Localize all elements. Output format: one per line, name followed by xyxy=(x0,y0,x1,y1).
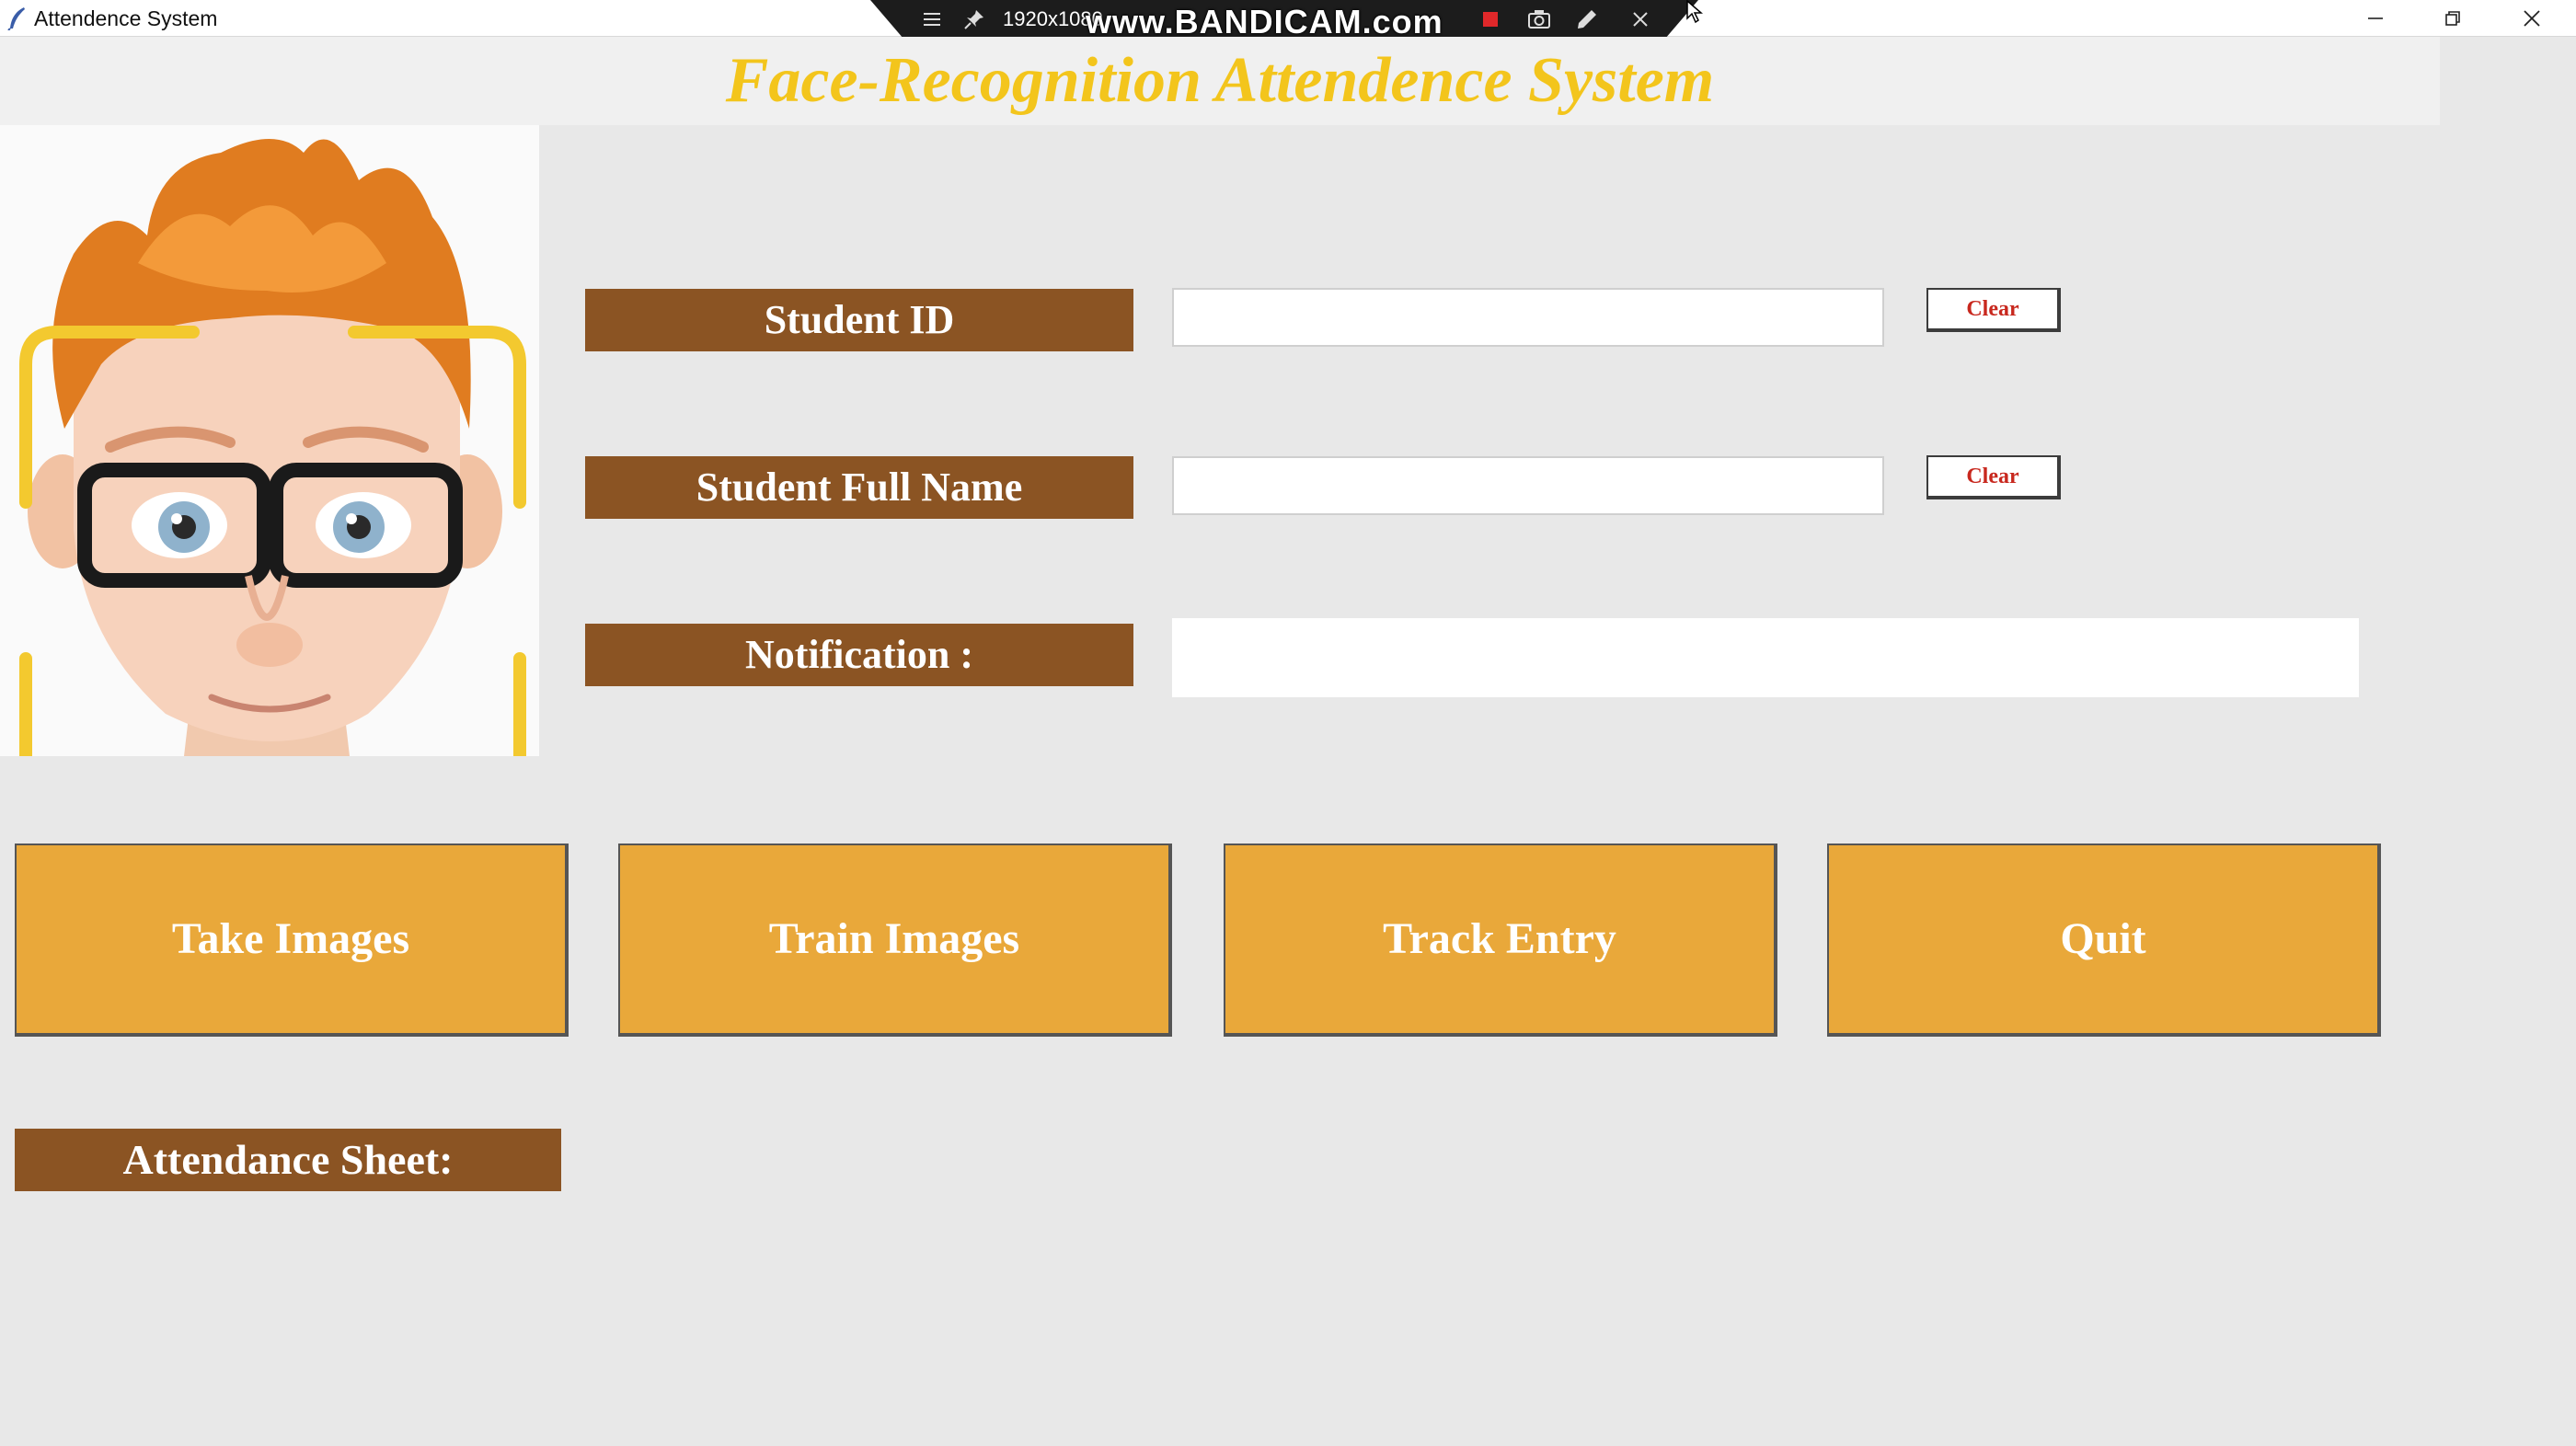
student-id-input[interactable] xyxy=(1172,288,1884,347)
close-recorder-icon[interactable] xyxy=(1627,6,1654,33)
page-title: Face-Recognition Attendence System xyxy=(725,45,1715,116)
face-scan-avatar-illustration xyxy=(19,139,526,831)
mouse-cursor-icon xyxy=(1685,0,1704,24)
camera-icon[interactable] xyxy=(1525,6,1553,33)
student-name-label: Student Full Name xyxy=(585,456,1133,519)
take-images-button[interactable]: Take Images xyxy=(15,844,569,1037)
watermark-text: www.BANDICAM.com xyxy=(1086,3,1443,40)
feather-icon xyxy=(7,6,28,31)
track-entry-button[interactable]: Track Entry xyxy=(1224,844,1777,1037)
avatar xyxy=(0,125,539,831)
window-title: Attendence System xyxy=(34,6,218,30)
student-id-label: Student ID xyxy=(585,289,1133,351)
menu-icon[interactable] xyxy=(918,6,946,33)
notification-label: Notification : xyxy=(585,624,1133,686)
student-name-input[interactable] xyxy=(1172,456,1884,515)
pin-icon[interactable] xyxy=(960,6,988,33)
clear-student-id-button[interactable]: Clear xyxy=(1926,288,2061,332)
notification-message xyxy=(1172,618,2359,697)
pencil-icon[interactable] xyxy=(1573,6,1601,33)
minimize-icon[interactable] xyxy=(2337,0,2414,37)
attendance-sheet-label: Attendance Sheet: xyxy=(15,1129,561,1191)
quit-button[interactable]: Quit xyxy=(1827,844,2381,1037)
clear-student-name-button[interactable]: Clear xyxy=(1926,455,2061,499)
train-images-button[interactable]: Train Images xyxy=(618,844,1172,1037)
restore-icon[interactable] xyxy=(2414,0,2491,37)
record-icon[interactable] xyxy=(1477,6,1504,33)
close-icon[interactable] xyxy=(2493,0,2570,37)
